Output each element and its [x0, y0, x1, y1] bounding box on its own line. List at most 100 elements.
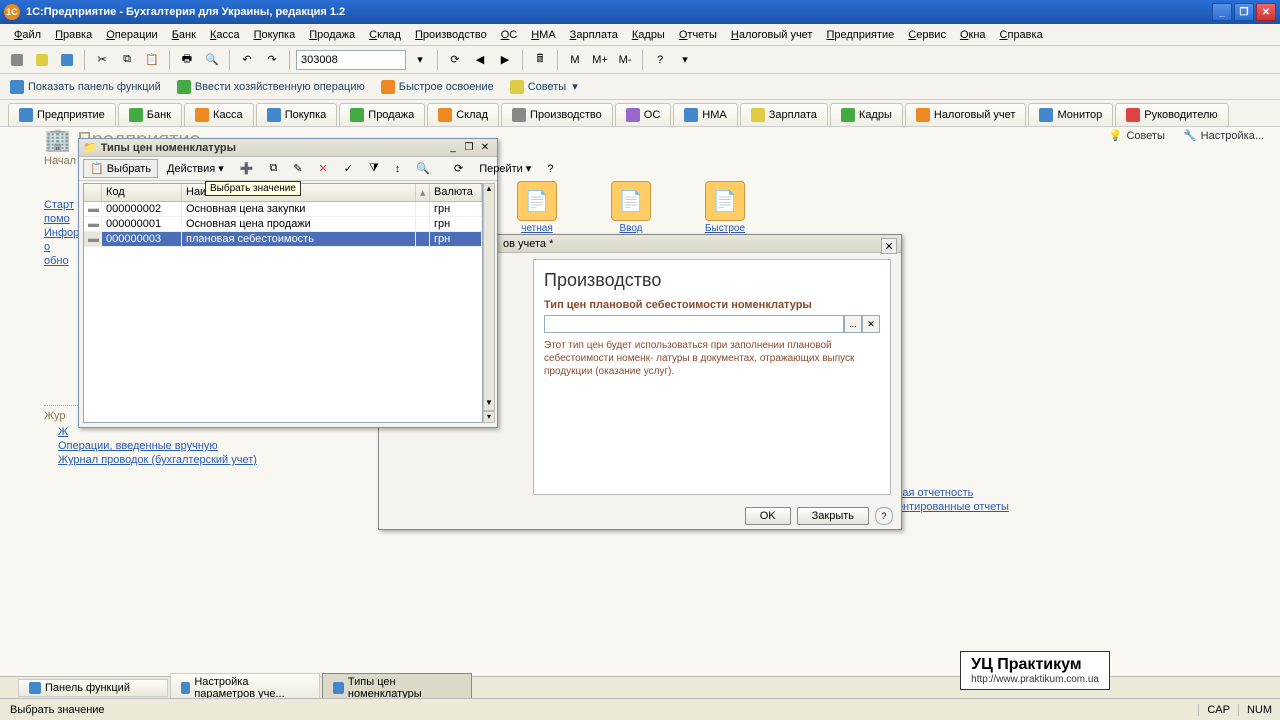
print-icon[interactable]: 🖶 — [176, 49, 198, 71]
redo-icon[interactable]: ↷ — [261, 49, 283, 71]
copy-icon[interactable]: ⧉ — [116, 49, 138, 71]
cut-icon[interactable]: ✂ — [91, 49, 113, 71]
tab-НМА[interactable]: НМА — [673, 103, 737, 126]
tab-Зарплата[interactable]: Зарплата — [740, 103, 828, 126]
left-link-2[interactable]: Инфор — [44, 227, 79, 239]
tab-Монитор[interactable]: Монитор — [1028, 103, 1113, 126]
paste-icon[interactable]: 📋 — [141, 49, 163, 71]
table-row[interactable]: ▬000000002Основная цена закупкигрн — [84, 202, 482, 217]
m-plus-button[interactable]: М+ — [589, 49, 611, 71]
tab-ОС[interactable]: ОС — [615, 103, 672, 126]
new-doc-icon[interactable] — [6, 49, 28, 71]
journal-link-2[interactable]: Журнал проводок (бухгалтерский учет) — [58, 454, 364, 466]
table-row[interactable]: ▬000000003плановая себестоимостьгрн — [84, 232, 482, 247]
refresh-icon[interactable]: ⟳ — [444, 49, 466, 71]
refresh-icon[interactable]: ⟳ — [447, 159, 470, 178]
menu-6[interactable]: Продажа — [303, 27, 361, 43]
delete-icon[interactable]: ✕ — [312, 159, 335, 178]
scrollbar-v[interactable]: ▲ ▼ — [483, 183, 495, 411]
menu-1[interactable]: Правка — [49, 27, 98, 43]
scroll-corner[interactable]: ▾ — [483, 411, 495, 423]
left-link-4[interactable]: обно — [44, 255, 79, 267]
edit-icon[interactable]: ✎ — [286, 159, 309, 178]
menu-18[interactable]: Справка — [994, 27, 1049, 43]
col-sort-indicator[interactable]: ▴ — [416, 184, 430, 201]
dlg-minimize-icon[interactable]: _ — [445, 141, 461, 155]
help-icon[interactable]: ? — [649, 49, 671, 71]
menu-2[interactable]: Операции — [100, 27, 163, 43]
dlg-maximize-icon[interactable]: ❐ — [461, 141, 477, 155]
open-icon[interactable] — [31, 49, 53, 71]
m-minus-button[interactable]: М- — [614, 49, 636, 71]
select-button[interactable]: 📋Выбрать — [83, 159, 158, 178]
menu-16[interactable]: Сервис — [902, 27, 952, 43]
menu-14[interactable]: Налоговый учет — [725, 27, 819, 43]
menu-10[interactable]: НМА — [525, 27, 561, 43]
col-code[interactable]: Код — [102, 184, 182, 201]
mark-icon[interactable]: ✓ — [337, 159, 360, 178]
menu-9[interactable]: ОС — [495, 27, 524, 43]
filter-icon[interactable]: ⧩ — [362, 159, 386, 178]
tab-Склад[interactable]: Склад — [427, 103, 499, 126]
dropdown-icon[interactable]: ▾ — [409, 49, 431, 71]
enter-operation-button[interactable]: Ввести хозяйственную операцию — [173, 78, 369, 96]
save-icon[interactable] — [56, 49, 78, 71]
copy-icon[interactable]: ⧉ — [262, 159, 284, 178]
tab-Кадры[interactable]: Кадры — [830, 103, 903, 126]
sort-icon[interactable]: ↕ — [388, 160, 408, 178]
ok-button[interactable]: OK — [745, 507, 791, 525]
maximize-button[interactable]: ❐ — [1234, 3, 1254, 21]
close-button[interactable]: Закрыть — [797, 507, 869, 525]
calc-icon[interactable]: 🖩 — [529, 49, 551, 71]
menu-13[interactable]: Отчеты — [673, 27, 723, 43]
select-value-button[interactable]: ... — [844, 315, 862, 333]
dlg-close-icon[interactable]: ✕ — [477, 141, 493, 155]
find-icon[interactable]: 🔍 — [409, 159, 437, 178]
wizard-close-icon[interactable]: ✕ — [881, 238, 897, 254]
menu-11[interactable]: Зарплата — [564, 27, 624, 43]
tab-Предприятие[interactable]: Предприятие — [8, 103, 116, 126]
tab-Производство[interactable]: Производство — [501, 103, 613, 126]
price-types-grid[interactable]: Код Наименование ▴ Валюта ▬000000002Осно… — [83, 183, 483, 423]
tab-Банк[interactable]: Банк — [118, 103, 182, 126]
taskbar-item-0[interactable]: Панель функций — [18, 679, 168, 697]
menu-5[interactable]: Покупка — [248, 27, 302, 43]
menu-12[interactable]: Кадры — [626, 27, 671, 43]
menu-4[interactable]: Касса — [204, 27, 246, 43]
price-type-input[interactable] — [544, 315, 844, 333]
tab-Руководителю[interactable]: Руководителю — [1115, 103, 1228, 126]
more-icon[interactable]: ▾ — [674, 49, 696, 71]
actions-button[interactable]: Действия▾ — [160, 159, 231, 178]
quick-start-button[interactable]: Быстрое освоение — [377, 78, 498, 96]
undo-icon[interactable]: ↶ — [236, 49, 258, 71]
nav-fwd-icon[interactable]: ▶ — [494, 49, 516, 71]
tips-link[interactable]: 💡Советы — [1105, 127, 1169, 144]
tab-Налоговый учет[interactable]: Налоговый учет — [905, 103, 1027, 126]
nav-back-icon[interactable]: ◀ — [469, 49, 491, 71]
left-link-3[interactable]: о — [44, 241, 79, 253]
left-link-1[interactable]: помо — [44, 213, 79, 225]
tab-Касса[interactable]: Касса — [184, 103, 254, 126]
menu-17[interactable]: Окна — [954, 27, 992, 43]
menu-15[interactable]: Предприятие — [820, 27, 900, 43]
table-row[interactable]: ▬000000001Основная цена продажигрн — [84, 217, 482, 232]
menu-0[interactable]: Файл — [8, 27, 47, 43]
close-button[interactable]: ✕ — [1256, 3, 1276, 21]
left-link-0[interactable]: Старт — [44, 199, 79, 211]
menu-8[interactable]: Производство — [409, 27, 493, 43]
preview-icon[interactable]: 🔍 — [201, 49, 223, 71]
menu-7[interactable]: Склад — [363, 27, 407, 43]
tab-Продажа[interactable]: Продажа — [339, 103, 425, 126]
goto-button[interactable]: Перейти▾ — [472, 159, 538, 178]
tab-Покупка[interactable]: Покупка — [256, 103, 338, 126]
show-func-panel-button[interactable]: Показать панель функций — [6, 78, 165, 96]
help-icon[interactable]: ? — [875, 507, 893, 525]
dlg-help-icon[interactable]: ? — [540, 160, 560, 178]
menu-3[interactable]: Банк — [166, 27, 202, 43]
journal-link-1[interactable]: Операции, введенные вручную — [58, 440, 364, 452]
search-combo[interactable] — [296, 50, 406, 70]
minimize-button[interactable]: _ — [1212, 3, 1232, 21]
add-icon[interactable]: ➕ — [233, 159, 261, 178]
tips-button[interactable]: Советы▾ — [506, 78, 582, 96]
col-currency[interactable]: Валюта — [430, 184, 482, 201]
